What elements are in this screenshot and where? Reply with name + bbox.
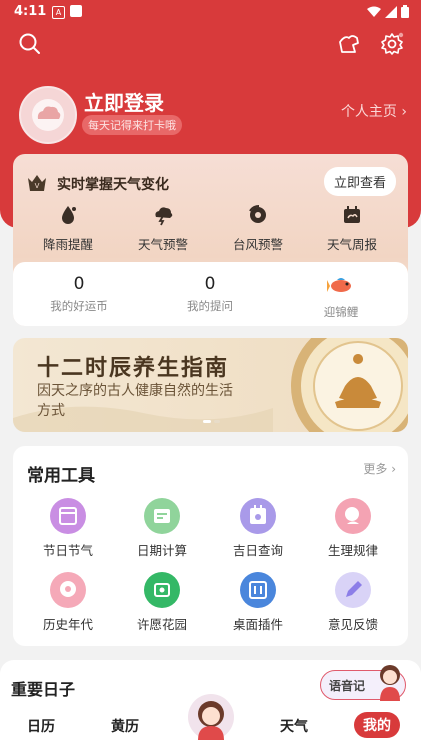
lucky-coins-stat[interactable]: 0 我的好运币: [29, 274, 129, 314]
profile-link-label: 个人主页: [340, 104, 397, 120]
tools-title: 常用工具: [27, 466, 95, 486]
mascot-girl-icon: [380, 665, 400, 701]
important-days-title: 重要日子: [11, 680, 76, 699]
my-questions-label: 我的提问: [187, 299, 233, 313]
my-questions-value: 0: [204, 274, 216, 294]
nav-calendar[interactable]: 日历: [27, 716, 55, 736]
banner-subtitle: 因天之序的古人健康自然的生活方式: [37, 383, 233, 419]
desktop-widget-icon: [240, 572, 276, 608]
tool-feedback[interactable]: 意见反馈: [313, 572, 393, 633]
tool-date-calc-label: 日期计算: [136, 543, 187, 558]
health-guide-banner[interactable]: 十二时辰养生指南 因天之序的古人健康自然的生活方式: [13, 338, 408, 432]
avatar[interactable]: [19, 86, 77, 144]
notification-icon: A: [52, 6, 65, 19]
tool-history-era-label: 历史年代: [42, 617, 93, 632]
app-notification-icon: [70, 5, 82, 17]
storm-cloud-icon: [155, 207, 173, 226]
feedback-pen-icon: [335, 572, 371, 608]
weather-warning-label: 天气预警: [137, 237, 188, 252]
weather-warning-item[interactable]: 天气预警: [123, 204, 203, 253]
view-now-button[interactable]: 立即查看: [323, 167, 396, 196]
wifi-icon: [367, 6, 381, 17]
wish-garden-icon: [144, 572, 180, 608]
date-calculator-icon: [144, 498, 180, 534]
tools-more-link[interactable]: 更多 ›: [363, 460, 396, 477]
weather-weekly-item[interactable]: 天气周报: [312, 204, 392, 253]
search-icon[interactable]: [18, 32, 42, 56]
login-title[interactable]: 立即登录: [84, 87, 164, 116]
lucky-coins-label: 我的好运币: [50, 299, 108, 313]
skin-theme-icon[interactable]: [337, 32, 361, 56]
settings-gear-icon[interactable]: [380, 32, 404, 56]
tool-desktop-widget-label: 桌面插件: [232, 617, 283, 632]
cloud-avatar-icon: [32, 99, 64, 131]
weather-weekly-label: 天气周报: [326, 237, 377, 252]
assistant-avatar[interactable]: [188, 694, 234, 740]
weather-card: V 实时掌握天气变化 立即查看 降雨提醒 天气预警 台风预警 天气周报 0 我的…: [13, 154, 408, 326]
tool-festivals[interactable]: 节日节气: [28, 498, 108, 559]
status-bar: 4:11 A: [0, 0, 421, 24]
stats-panel: 0 我的好运币 0 我的提问 迎锦鲤: [13, 262, 408, 326]
profile-link[interactable]: 个人主页 ›: [341, 101, 407, 121]
tool-date-calc[interactable]: 日期计算: [122, 498, 202, 559]
tool-festivals-label: 节日节气: [42, 543, 93, 558]
rain-alert-item[interactable]: 降雨提醒: [28, 204, 108, 253]
crown-icon: V: [28, 175, 46, 191]
rain-drop-icon: [62, 206, 76, 224]
signal-icon: [385, 5, 397, 18]
assistant-girl-icon: [198, 701, 224, 740]
banner-pagination: [203, 420, 220, 423]
weather-card-title: 实时掌握天气变化: [57, 177, 169, 193]
koi-label: 迎锦鲤: [323, 305, 359, 319]
nav-weather[interactable]: 天气: [280, 716, 308, 736]
nav-almanac[interactable]: 黄历: [111, 716, 139, 736]
tool-auspicious-day-label: 吉日查询: [232, 543, 283, 558]
typhoon-icon: [249, 205, 266, 223]
tools-more-label: 更多: [363, 462, 388, 476]
koi-fish-icon: [327, 278, 351, 292]
status-icons: [367, 5, 409, 18]
tool-physiology[interactable]: 生理规律: [313, 498, 393, 559]
typhoon-warning-label: 台风预警: [232, 237, 283, 252]
my-questions-stat[interactable]: 0 我的提问: [160, 274, 260, 314]
battery-icon: [401, 5, 409, 18]
rain-alert-label: 降雨提醒: [42, 237, 93, 252]
tool-feedback-label: 意见反馈: [327, 617, 378, 632]
pagination-dot-active: [203, 420, 211, 423]
svg-text:V: V: [35, 182, 40, 190]
tool-desktop-widget[interactable]: 桌面插件: [218, 572, 298, 633]
nav-mine[interactable]: 我的: [354, 712, 400, 738]
history-era-icon: [50, 572, 86, 608]
chevron-right-icon: ›: [391, 462, 396, 476]
tool-physiology-label: 生理规律: [327, 543, 378, 558]
tool-auspicious-day[interactable]: 吉日查询: [218, 498, 298, 559]
lucky-coins-value: 0: [73, 274, 85, 294]
voice-note-button[interactable]: 语音记: [320, 665, 406, 701]
tool-wish-garden-label: 许愿花园: [136, 617, 187, 632]
login-subtitle: 每天记得来打卡哦: [82, 115, 182, 135]
pagination-dot: [214, 420, 220, 423]
weekly-report-icon: [344, 206, 360, 223]
tools-panel: 常用工具 更多 › 节日节气 日期计算 吉日查询 生理规律 历史年代 许愿花园 …: [13, 446, 408, 646]
auspicious-day-icon: [240, 498, 276, 534]
voice-note-label: 语音记: [329, 679, 366, 693]
banner-title: 十二时辰养生指南: [37, 356, 230, 381]
physiology-icon: [335, 498, 371, 534]
koi-stat[interactable]: 迎锦鲤: [291, 274, 391, 320]
chevron-right-icon: ›: [401, 104, 407, 120]
typhoon-warning-item[interactable]: 台风预警: [218, 204, 298, 253]
calendar-festival-icon: [50, 498, 86, 534]
status-time: 4:11: [14, 4, 47, 19]
tool-history-era[interactable]: 历史年代: [28, 572, 108, 633]
tool-wish-garden[interactable]: 许愿花园: [122, 572, 202, 633]
